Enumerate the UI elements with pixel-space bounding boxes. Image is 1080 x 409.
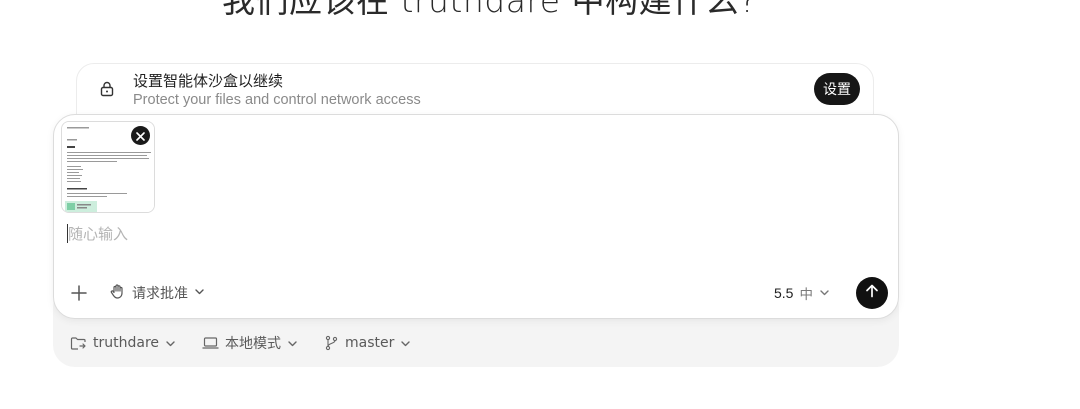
chevron-down-icon <box>400 338 411 349</box>
chevron-down-icon <box>819 285 830 301</box>
model-selector[interactable]: 5.5 中 <box>774 282 830 304</box>
text-caret <box>67 224 68 243</box>
arrow-up-icon <box>864 283 880 303</box>
effort-label: 中 <box>799 287 813 303</box>
sandbox-subtitle: Protect your files and control network a… <box>133 92 421 108</box>
prompt-input[interactable] <box>66 222 848 246</box>
plus-icon <box>69 285 89 307</box>
sandbox-title: 设置智能体沙盒以继续 <box>133 72 284 90</box>
app-stage: 我们应该在 truthdare 中构建什么? 设置智能体沙盒以继续 Protec… <box>0 0 1080 409</box>
setup-button[interactable]: 设置 <box>814 73 860 105</box>
hand-icon <box>109 283 126 304</box>
git-branch-icon <box>324 335 339 351</box>
remove-attachment-button[interactable] <box>131 126 150 145</box>
model-version: 5.5 <box>774 285 794 301</box>
add-attachment-button[interactable] <box>69 283 89 303</box>
laptop-icon <box>202 336 219 350</box>
branch-dropdown[interactable]: master <box>324 335 411 351</box>
mode-label: 本地模式 <box>225 336 282 352</box>
page-title: 我们应该在 truthdare 中构建什么? <box>222 0 758 20</box>
close-icon <box>136 126 145 145</box>
project-label: truthdare <box>93 335 160 351</box>
project-dropdown[interactable]: truthdare <box>70 335 176 351</box>
folder-icon <box>70 336 87 351</box>
chevron-down-icon <box>165 338 176 349</box>
approval-dropdown[interactable]: 请求批准 <box>109 282 205 304</box>
context-bar: truthdare 本地模式 master <box>70 330 411 356</box>
lock-icon <box>100 81 114 97</box>
mode-dropdown[interactable]: 本地模式 <box>202 333 298 353</box>
approval-label: 请求批准 <box>132 286 188 302</box>
chevron-down-icon <box>194 285 205 301</box>
send-button[interactable] <box>856 277 888 309</box>
branch-label: master <box>345 335 395 351</box>
chevron-down-icon <box>287 338 298 349</box>
